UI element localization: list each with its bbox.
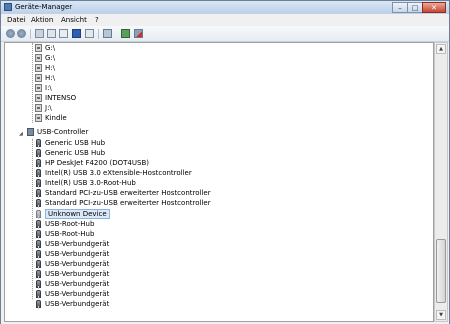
usb-device-icon <box>36 270 41 279</box>
maximize-icon: □ <box>411 4 419 12</box>
drive-icon <box>35 64 42 72</box>
drive-icon <box>35 104 42 112</box>
usb-device-icon <box>36 149 41 158</box>
usb-device-icon <box>36 290 41 299</box>
drive-icon <box>35 54 42 62</box>
maximize-button[interactable]: □ <box>407 2 423 13</box>
usb-device-icon <box>36 280 41 289</box>
usb-device-icon <box>36 179 41 188</box>
tree-line <box>32 43 33 123</box>
menu-datei[interactable]: Datei <box>7 16 26 24</box>
drive-icon <box>35 44 42 52</box>
back-icon[interactable] <box>6 29 15 38</box>
window-title: Geräte-Manager <box>15 3 73 11</box>
usb-device-icon <box>36 230 41 239</box>
tree-line <box>32 139 33 299</box>
usb-device-icon <box>36 250 41 259</box>
device-tree[interactable]: G:\ G:\ H:\ H:\ I:\ INTENSO J:\ Kindle ◢… <box>4 42 434 322</box>
minimize-button[interactable]: – <box>392 2 408 13</box>
title-bar[interactable]: Geräte-Manager – □ ✕ <box>1 1 449 14</box>
vertical-scrollbar[interactable]: ▲ ▼ <box>434 42 448 322</box>
uninstall-icon[interactable] <box>134 29 143 38</box>
minimize-icon: – <box>398 4 402 12</box>
details-icon[interactable] <box>59 29 68 38</box>
properties-icon[interactable] <box>47 29 56 38</box>
toolbar <box>1 26 449 42</box>
menu-aktion[interactable]: Aktion <box>31 16 53 24</box>
device-manager-icon <box>4 3 12 11</box>
caption-buttons: – □ ✕ <box>392 2 446 13</box>
usb-device-icon <box>36 220 41 229</box>
help-icon[interactable] <box>72 29 81 38</box>
drive-icon <box>35 94 42 102</box>
drive-icon <box>35 74 42 82</box>
usb-device-icon <box>36 260 41 269</box>
usb-device-icon <box>36 159 41 168</box>
device-manager-window: Geräte-Manager – □ ✕ Datei Aktion Ansich… <box>0 0 450 324</box>
scan-hardware-icon[interactable] <box>103 29 112 38</box>
drive-icon <box>35 114 42 122</box>
usb-device-icon <box>36 199 41 208</box>
menu-ansicht[interactable]: Ansicht <box>61 16 87 24</box>
usb-device-icon <box>36 189 41 198</box>
update-driver-icon[interactable] <box>121 29 130 38</box>
device-view-icon[interactable] <box>85 29 94 38</box>
usb-device-icon <box>36 139 41 148</box>
toolbar-separator <box>30 29 31 39</box>
usb-controller-icon <box>27 128 34 136</box>
close-button[interactable]: ✕ <box>422 2 446 13</box>
drive-icon <box>35 84 42 92</box>
collapse-arrow-icon[interactable]: ◢ <box>19 129 23 139</box>
scroll-down-button[interactable]: ▼ <box>436 310 446 320</box>
view-icon[interactable] <box>35 29 44 38</box>
menu-help[interactable]: ? <box>95 16 99 24</box>
usb-device-icon <box>36 169 41 178</box>
usb-device-icon <box>36 300 41 309</box>
forward-icon[interactable] <box>17 29 26 38</box>
close-icon: ✕ <box>431 4 437 12</box>
scroll-thumb[interactable] <box>436 239 446 303</box>
scroll-up-button[interactable]: ▲ <box>436 44 446 54</box>
toolbar-separator <box>98 29 99 39</box>
usb-device-icon <box>36 240 41 249</box>
usb-device-icon <box>36 210 41 219</box>
menu-bar: Datei Aktion Ansicht ? <box>1 14 449 26</box>
